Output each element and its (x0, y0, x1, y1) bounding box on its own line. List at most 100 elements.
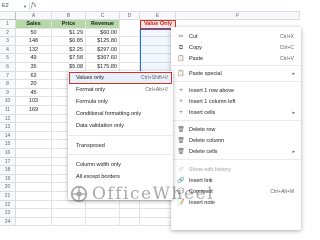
menu-item-delete-cells[interactable]: 🗑 Delete cells ▸ (171, 147, 301, 157)
row-header-23[interactable]: 23 (0, 209, 16, 218)
table-cell[interactable]: 169 (16, 106, 52, 115)
empty-cell[interactable] (52, 217, 86, 227)
menu-item-paste[interactable]: 📋 Paste Ctrl+V (171, 54, 301, 64)
table-cell[interactable]: $1.29 (52, 28, 86, 38)
empty-cell[interactable] (16, 166, 52, 175)
submenu-item-format-only[interactable]: Format only Ctrl+Alt+V (68, 85, 173, 95)
menu-item-cut[interactable]: ✂ Cut Ctrl+X (171, 32, 301, 42)
chevron-right-icon: ▸ (292, 110, 295, 116)
header-cell-sales[interactable]: Sales (16, 20, 52, 29)
empty-cell[interactable] (120, 37, 140, 46)
submenu-item-label: Values only (76, 75, 105, 81)
empty-cell[interactable] (86, 209, 120, 218)
row-header-24[interactable]: 24 (0, 217, 16, 227)
empty-cell[interactable] (16, 131, 52, 141)
column-header-a[interactable]: A (16, 12, 52, 20)
empty-cell[interactable] (16, 200, 52, 210)
empty-cell[interactable] (120, 54, 140, 63)
row-header-6[interactable]: 6 (0, 63, 16, 72)
row-header-18[interactable]: 18 (0, 166, 16, 175)
submenu-item-formula-only[interactable]: Formula only (68, 97, 173, 107)
empty-cell[interactable] (16, 183, 52, 192)
table-cell[interactable]: $367.60 (86, 54, 120, 63)
submenu-item-column-width-only[interactable]: Column width only (68, 160, 173, 170)
empty-cell[interactable] (16, 140, 52, 149)
table-cell[interactable]: $125.80 (86, 37, 120, 46)
row-header-5[interactable]: 5 (0, 54, 16, 63)
table-cell[interactable]: 45 (16, 88, 52, 98)
empty-cell[interactable] (52, 209, 86, 218)
row-header-1[interactable]: 1 (0, 20, 16, 29)
column-header-d[interactable]: D (120, 12, 140, 20)
column-header-b[interactable]: B (52, 12, 86, 20)
empty-cell[interactable] (16, 192, 52, 201)
submenu-item-all-except-borders[interactable]: All except borders (68, 172, 173, 182)
empty-cell[interactable] (16, 174, 52, 184)
table-cell[interactable]: 35 (16, 63, 52, 72)
table-cell[interactable]: 62 (16, 71, 52, 81)
empty-cell[interactable] (120, 217, 140, 227)
row-header-10[interactable]: 10 (0, 97, 16, 106)
menu-item-insert-column-left[interactable]: + Insert 1 column left (171, 97, 301, 107)
empty-cell[interactable] (120, 45, 140, 55)
table-cell[interactable]: $2.25 (52, 45, 86, 55)
empty-cell[interactable] (16, 157, 52, 167)
submenu-item-values-only[interactable]: Values only Ctrl+Shift+V (68, 73, 173, 83)
table-cell[interactable]: $60.00 (86, 28, 120, 38)
table-cell[interactable]: 103 (16, 97, 52, 106)
table-cell[interactable]: 49 (16, 54, 52, 63)
empty-cell[interactable] (16, 217, 52, 227)
row-header-7[interactable]: 7 (0, 71, 16, 81)
column-header-f[interactable]: F (176, 12, 300, 20)
table-cell[interactable]: $297.00 (86, 45, 120, 55)
empty-cell[interactable] (120, 209, 140, 218)
row-header-16[interactable]: 16 (0, 149, 16, 158)
chevron-down-icon[interactable]: ▼ (23, 4, 27, 9)
menu-item-insert-cells[interactable]: + Insert cells ▸ (171, 108, 301, 118)
row-header-2[interactable]: 2 (0, 28, 16, 38)
submenu-item-conditional-formatting-only[interactable]: Conditional formatting only (68, 109, 173, 119)
row-header-21[interactable]: 21 (0, 192, 16, 201)
table-cell[interactable]: 20 (16, 80, 52, 89)
empty-cell[interactable] (120, 28, 140, 38)
empty-cell[interactable] (16, 209, 52, 218)
row-header-4[interactable]: 4 (0, 45, 16, 55)
column-header-c[interactable]: C (86, 12, 120, 20)
name-box[interactable]: E2 (1, 2, 21, 10)
row-header-3[interactable]: 3 (0, 37, 16, 46)
table-cell[interactable]: 148 (16, 37, 52, 46)
row-header-11[interactable]: 11 (0, 106, 16, 115)
row-header-15[interactable]: 15 (0, 140, 16, 149)
menu-item-paste-special[interactable]: 📋 Paste special ▸ (171, 69, 301, 79)
menu-item-delete-column[interactable]: 🗑 Delete column (171, 136, 301, 146)
row-header-14[interactable]: 14 (0, 131, 16, 141)
empty-cell[interactable] (86, 217, 120, 227)
header-cell-price[interactable]: Price (52, 20, 86, 29)
row-header-9[interactable]: 9 (0, 88, 16, 98)
empty-cell[interactable] (16, 123, 52, 132)
select-all-corner[interactable] (0, 12, 16, 20)
menu-item-delete-row[interactable]: 🗑 Delete row (171, 125, 301, 135)
row-header-19[interactable]: 19 (0, 174, 16, 184)
menu-item-show-edit-history[interactable]: ↺ Show edit history (171, 165, 301, 175)
column-header-e[interactable]: E (140, 12, 176, 20)
header-cell-revenue[interactable]: Revenue (86, 20, 120, 29)
row-header-20[interactable]: 20 (0, 183, 16, 192)
row-header-8[interactable]: 8 (0, 80, 16, 89)
table-cell[interactable]: 50 (16, 28, 52, 38)
table-cell[interactable]: 132 (16, 45, 52, 55)
empty-cell[interactable] (16, 114, 52, 124)
row-header-12[interactable]: 12 (0, 114, 16, 124)
menu-item-insert-row-above[interactable]: + Insert 1 row above (171, 86, 301, 96)
plus-icon: + (179, 99, 183, 105)
submenu-item-transposed[interactable]: Transposed (68, 141, 173, 151)
row-header-13[interactable]: 13 (0, 123, 16, 132)
submenu-item-data-validation-only[interactable]: Data validation only (68, 121, 173, 131)
empty-cell[interactable] (16, 149, 52, 158)
shortcut-hint: Ctrl+Alt+M (270, 189, 294, 195)
menu-item-copy[interactable]: ⧉ Copy Ctrl+C (171, 43, 301, 53)
table-cell[interactable]: $0.85 (52, 37, 86, 46)
table-cell[interactable]: $7.58 (52, 54, 86, 63)
row-header-22[interactable]: 22 (0, 200, 16, 210)
row-header-17[interactable]: 17 (0, 157, 16, 167)
